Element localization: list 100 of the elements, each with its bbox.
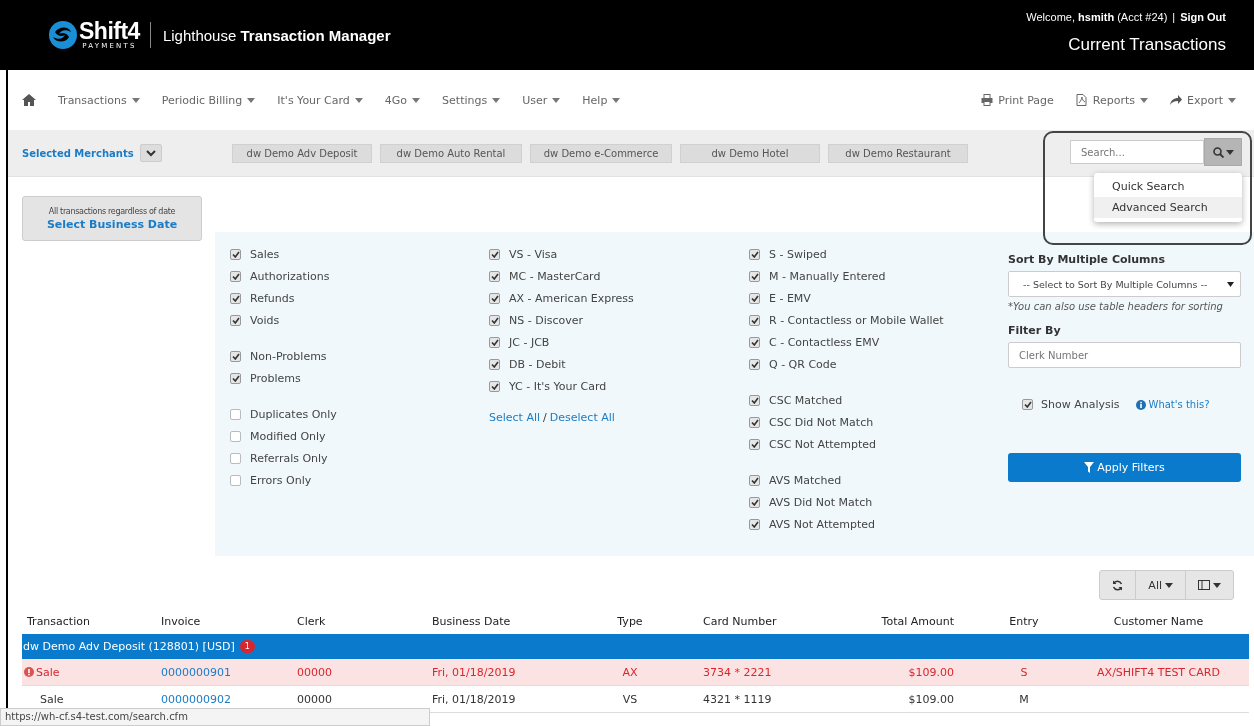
page-size-button[interactable]: All (1136, 571, 1186, 599)
checkbox[interactable] (749, 394, 760, 406)
columns-icon (1198, 580, 1210, 590)
checkbox[interactable] (749, 416, 760, 428)
checkbox[interactable] (749, 438, 760, 450)
checkbox[interactable] (230, 292, 241, 304)
column-header[interactable]: Customer Name (1068, 614, 1249, 628)
checkbox-label: YC - It's Your Card (509, 379, 607, 393)
checkbox-label: Voids (250, 313, 280, 327)
checkbox[interactable] (230, 430, 241, 442)
checkbox[interactable] (749, 292, 760, 304)
checkmark-icon (231, 316, 240, 324)
checkbox[interactable] (489, 336, 500, 348)
checkbox[interactable] (1022, 399, 1033, 410)
checkbox[interactable] (230, 372, 241, 384)
checkmark-icon (231, 272, 240, 280)
search-field[interactable]: Search... (1070, 140, 1204, 164)
menu-item[interactable]: Quick Search (1094, 176, 1242, 197)
search-button[interactable] (1204, 138, 1242, 166)
merchant-chip[interactable]: dw Demo e-Commerce (530, 143, 672, 163)
nav-link[interactable]: Export (1170, 93, 1236, 107)
checkbox-label: Q - QR Code (769, 357, 837, 371)
invoice-link[interactable]: 0000000902 (156, 692, 292, 706)
nav-link[interactable]: Print Page (981, 93, 1054, 107)
checkbox[interactable] (489, 380, 500, 392)
checkmark-icon (231, 352, 240, 360)
checkbox[interactable] (489, 292, 500, 304)
checkbox[interactable] (749, 314, 760, 326)
chevron-button[interactable] (139, 144, 162, 162)
table-row[interactable]: Sale 0000000901 00000 Fri, 01/18/2019 AX 3734 * 2221 $109.00 S AX/SHIFT4 TEST CARD (22, 659, 1249, 686)
menu-item[interactable]: Advanced Search (1094, 197, 1242, 218)
caret-icon (1228, 97, 1236, 103)
checkbox[interactable] (749, 336, 760, 348)
checkbox[interactable] (230, 350, 241, 362)
checkbox[interactable] (230, 474, 241, 486)
nav-menu[interactable]: Help (582, 93, 621, 107)
deselect-all-link[interactable]: Deselect All (549, 411, 615, 424)
checkbox-label: AVS Did Not Match (769, 495, 873, 509)
checkbox-label: Non-Problems (250, 349, 327, 363)
invoice-link[interactable]: 0000000901 (156, 665, 292, 679)
sort-select[interactable]: -- Select to Sort By Multiple Columns -- (1008, 271, 1241, 297)
filter-icon (1084, 462, 1095, 473)
table-cell: Sale (22, 665, 156, 679)
home-link[interactable] (22, 94, 36, 106)
nav-menu[interactable]: It's Your Card (277, 93, 363, 107)
column-header[interactable]: Transaction (22, 614, 156, 628)
checkbox[interactable] (749, 358, 760, 370)
merchant-chip[interactable]: dw Demo Auto Rental (380, 143, 522, 163)
checkbox[interactable] (749, 474, 760, 486)
merchant-chip[interactable]: dw Demo Hotel (680, 143, 820, 163)
show-analysis-label: Show Analysis (1041, 398, 1120, 411)
nav-menu[interactable]: Transactions (58, 93, 140, 107)
checkmark-icon (490, 360, 499, 368)
checkmark-icon (231, 374, 240, 382)
checkbox[interactable] (489, 270, 500, 282)
welcome-text: Welcome, hsmith (Acct #24) (1026, 11, 1168, 23)
checkmark-icon (490, 316, 499, 324)
sort-hint: *You can also use table headers for sorting (1008, 301, 1224, 312)
checkbox[interactable] (230, 408, 241, 420)
column-header[interactable]: Clerk (292, 614, 427, 628)
column-header[interactable]: Entry (980, 614, 1068, 628)
checkbox[interactable] (489, 248, 500, 260)
checkbox[interactable] (230, 270, 241, 282)
select-all-link[interactable]: Select All (489, 411, 541, 424)
selected-merchants-link[interactable]: Selected Merchants (22, 147, 134, 159)
merchant-chip[interactable]: dw Demo Adv Deposit (232, 143, 372, 163)
whats-this-link[interactable]: What's this? (1135, 399, 1210, 410)
clerk-number-field[interactable]: Clerk Number (1008, 342, 1241, 368)
sign-out-link[interactable]: Sign Out (1180, 11, 1226, 23)
checkmark-icon (750, 250, 759, 258)
column-header[interactable]: Total Amount (802, 614, 980, 628)
caret-icon (612, 97, 621, 103)
nav-menu[interactable]: Periodic Billing (161, 93, 256, 107)
checkbox[interactable] (749, 518, 760, 530)
column-header[interactable]: Business Date (427, 614, 580, 628)
apply-filters-button[interactable]: Apply Filters (1008, 453, 1241, 482)
checkbox[interactable] (749, 270, 760, 282)
column-header[interactable]: Type (580, 614, 680, 628)
column-header[interactable]: Invoice (156, 614, 292, 628)
checkbox[interactable] (230, 314, 241, 326)
checkbox[interactable] (749, 248, 760, 260)
nav-menu[interactable]: Settings (442, 93, 501, 107)
column-header[interactable]: Card Number (680, 614, 802, 628)
table-cell-text: Sale (39, 692, 65, 706)
checkbox[interactable] (489, 358, 500, 370)
home-icon (22, 94, 36, 106)
business-date-button[interactable]: All transactions regardless of date Select Business Date (22, 196, 202, 241)
checkbox-label: JC - JCB (509, 335, 550, 349)
sort-label: Sort By Multiple Columns (1008, 253, 1166, 266)
nav-link[interactable]: Reports (1075, 93, 1148, 107)
checkbox[interactable] (489, 314, 500, 326)
checkbox[interactable] (749, 496, 760, 508)
merchant-chip[interactable]: dw Demo Restaurant (828, 143, 968, 163)
checkbox-label: Refunds (250, 291, 295, 305)
checkbox[interactable] (230, 248, 241, 260)
nav-menu[interactable]: User (522, 93, 561, 107)
checkbox[interactable] (230, 452, 241, 464)
status-url: https://wh-cf.s4-test.com/search.cfm (0, 708, 430, 726)
table-cell-text: 00000 (296, 692, 333, 706)
nav-menu[interactable]: 4Go (384, 93, 421, 107)
